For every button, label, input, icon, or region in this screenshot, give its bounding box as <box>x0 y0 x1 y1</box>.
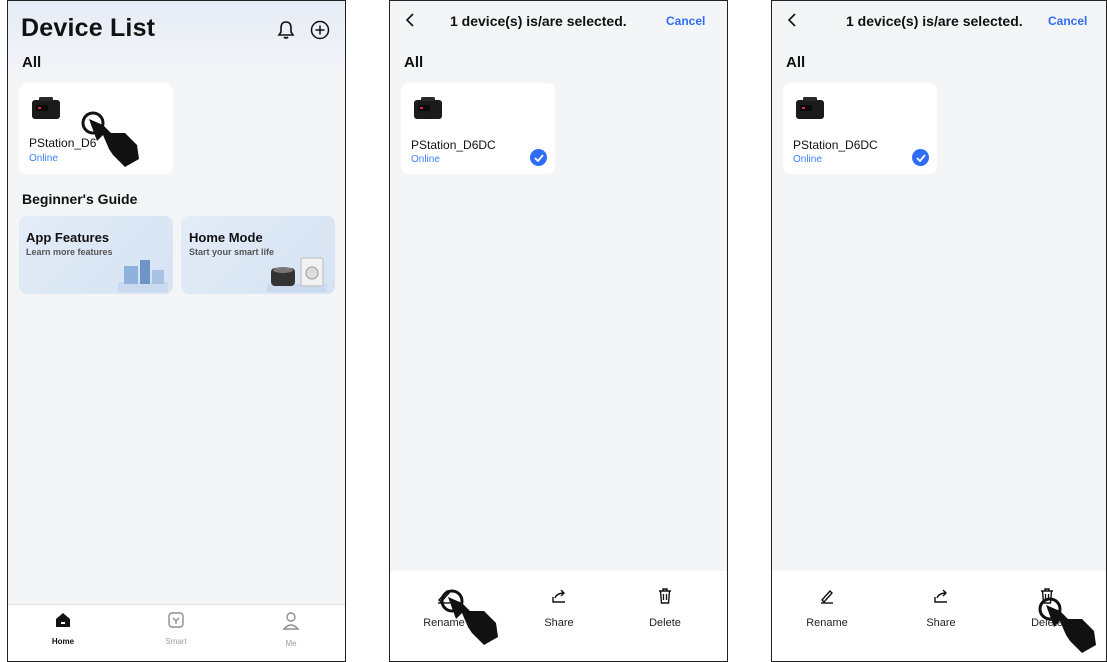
selection-title: 1 device(s) is/are selected. <box>450 13 627 29</box>
share-button[interactable]: Share <box>524 587 594 629</box>
device-name: PStation_D6DC <box>411 138 496 152</box>
tab-smart[interactable]: Smart <box>146 611 206 646</box>
person-icon <box>261 611 321 636</box>
home-appliances-illustration <box>261 254 331 294</box>
tab-label: Home <box>51 637 75 646</box>
device-card-selected[interactable]: PStation_D6DC Online <box>401 83 555 174</box>
beginners-guide-heading: Beginner's Guide <box>22 191 138 207</box>
trash-icon <box>630 587 700 610</box>
tap-hand-icon <box>438 587 500 654</box>
device-status: Online <box>793 154 822 165</box>
action-label: Delete <box>649 617 681 629</box>
cancel-button[interactable]: Cancel <box>1048 14 1087 28</box>
action-label: Share <box>926 617 956 629</box>
selection-screen: 1 device(s) is/are selected. Cancel All … <box>771 0 1107 662</box>
tab-label: Me <box>285 639 297 648</box>
page-title: Device List <box>21 14 156 42</box>
device-name: PStation_D6DC <box>793 138 878 152</box>
device-list-screen: Device List All PStation_D6 Online Begin… <box>7 0 346 662</box>
device-status: Online <box>411 154 440 165</box>
home-icon <box>33 611 93 634</box>
tab-me[interactable]: Me <box>261 611 321 648</box>
device-card-selected[interactable]: PStation_D6DC Online <box>783 83 937 174</box>
cancel-button[interactable]: Cancel <box>666 14 705 28</box>
action-label: Rename <box>806 617 848 629</box>
selection-title: 1 device(s) is/are selected. <box>846 13 1023 29</box>
rename-button[interactable]: Rename <box>792 587 862 629</box>
guide-title: App Features <box>26 230 110 245</box>
tap-hand-icon <box>1036 595 1098 661</box>
selection-screen: 1 device(s) is/are selected. Cancel All … <box>389 0 728 662</box>
delete-button[interactable]: Delete <box>630 587 700 629</box>
add-circle-icon[interactable] <box>307 17 333 43</box>
power-station-icon <box>412 96 444 125</box>
guide-card-app-features[interactable]: App Features Learn more features <box>19 216 173 294</box>
tap-hand-icon <box>79 109 141 176</box>
tab-label: Smart <box>165 637 187 646</box>
rename-icon <box>792 587 862 610</box>
checkmark-icon[interactable] <box>530 149 547 166</box>
back-chevron-icon[interactable] <box>786 12 798 33</box>
section-all-heading: All <box>786 54 806 71</box>
guide-subtitle: Learn more features <box>26 247 113 257</box>
section-all-heading: All <box>22 54 42 71</box>
power-station-icon <box>30 96 62 125</box>
device-status: Online <box>29 153 58 164</box>
smart-icon <box>146 611 206 634</box>
share-button[interactable]: Share <box>906 587 976 629</box>
power-station-icon <box>794 96 826 125</box>
checkmark-icon[interactable] <box>912 149 929 166</box>
action-label: Share <box>544 617 574 629</box>
tab-home[interactable]: Home <box>33 611 93 646</box>
back-chevron-icon[interactable] <box>404 12 416 33</box>
bell-icon[interactable] <box>273 17 299 43</box>
guide-card-home-mode[interactable]: Home Mode Start your smart life <box>181 216 335 294</box>
share-icon <box>524 587 594 610</box>
share-icon <box>906 587 976 610</box>
section-all-heading: All <box>404 54 424 71</box>
appliances-illustration <box>114 254 170 294</box>
bottom-tab-bar: Home Smart Me <box>8 604 345 661</box>
guide-title: Home Mode <box>189 230 263 245</box>
